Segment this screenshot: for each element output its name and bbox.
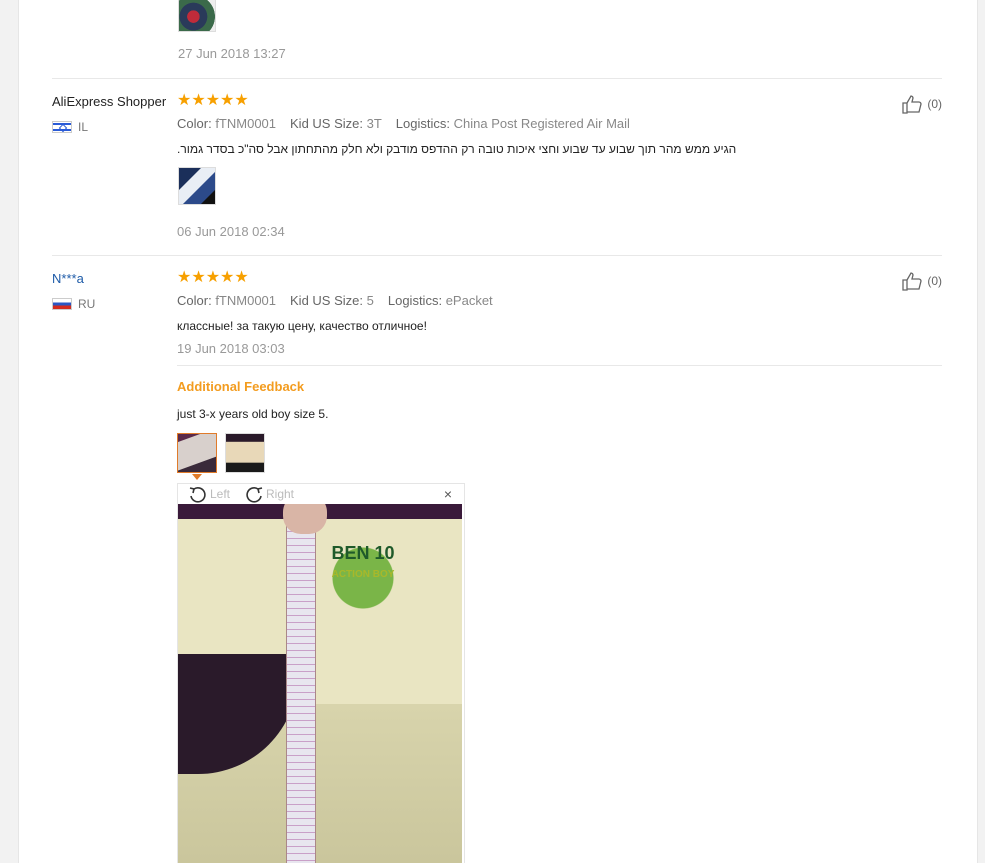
helpful-count: (0) (927, 274, 942, 288)
color-value: fTNM0001 (215, 293, 277, 308)
logistics-label: Logistics: (387, 293, 443, 308)
review-photo-thumbnail[interactable] (225, 433, 265, 473)
review-photo-thumbnail[interactable] (178, 0, 216, 32)
reviewer-country: RU (52, 297, 95, 311)
color-value: fTNM0001 (215, 116, 277, 131)
selected-thumbnail-pointer (192, 474, 202, 480)
review-divider (52, 78, 942, 79)
additional-feedback-text: just 3-x years old boy size 5. (177, 407, 329, 421)
country-code: RU (78, 297, 96, 311)
reviews-panel: 27 Jun 2018 13:27 AliExpress Shopper IL … (18, 0, 978, 863)
reviewer-country: IL (52, 120, 88, 134)
thumbs-up-icon (902, 272, 922, 291)
rotate-right-button[interactable]: Right (244, 485, 294, 503)
size-value: 5 (366, 293, 374, 308)
review-divider (52, 255, 942, 256)
reviewer-name: AliExpress Shopper (52, 94, 167, 109)
review-date: 19 Jun 2018 03:03 (177, 341, 285, 356)
logistics-label: Logistics: (395, 116, 450, 131)
review-photo-thumbnail-selected[interactable] (177, 433, 217, 473)
review-text: классные! за такую цену, качество отличн… (177, 319, 427, 333)
rotate-left-label: Left (210, 487, 231, 501)
review-photo-thumbnail[interactable] (178, 167, 216, 205)
rotate-left-icon (189, 487, 206, 503)
photo-print-title: BEN 10 (331, 543, 395, 563)
viewer-toolbar: Left Right × (178, 484, 464, 504)
photo-print-subtitle: ACTION BOY (331, 569, 395, 580)
logistics-value: ePacket (445, 293, 493, 308)
color-label: Color: (177, 293, 212, 308)
close-viewer-button[interactable]: × (444, 486, 452, 502)
review-photo-large: BEN 10 ACTION BOY (178, 504, 462, 863)
helpful-count: (0) (927, 97, 942, 111)
rotate-right-label: Right (266, 487, 295, 501)
russia-flag-icon (52, 298, 72, 310)
order-info: Color: fTNM0001 Kid US Size: 3T Logistic… (177, 116, 630, 131)
review-date: 06 Jun 2018 02:34 (177, 224, 285, 239)
rotate-left-button[interactable]: Left (188, 485, 230, 503)
country-code: IL (78, 120, 89, 134)
additional-feedback-title: Additional Feedback (177, 379, 305, 394)
size-label: Kid US Size: (290, 116, 363, 131)
review-item: N***a RU ★★★★★ Color: fTNM0001 Kid US Si… (52, 267, 942, 863)
israel-flag-icon (52, 121, 72, 133)
photo-hand (283, 504, 327, 534)
star-rating: ★★★★★ (177, 92, 249, 109)
additional-divider (177, 365, 942, 366)
color-label: Color: (177, 116, 212, 131)
thumbs-up-icon (902, 95, 922, 114)
review-text: הגיע ממש מהר תוך שבוע עד שבוע וחצי איכות… (177, 142, 737, 156)
photo-print: BEN 10 ACTION BOY (308, 524, 418, 644)
reviewer-name[interactable]: N***a (52, 271, 84, 286)
helpful-button[interactable]: (0) (901, 94, 942, 114)
photo-measuring-tape (286, 504, 316, 863)
logistics-value: China Post Registered Air Mail (453, 116, 630, 131)
star-rating: ★★★★★ (177, 269, 249, 286)
review-item: AliExpress Shopper IL ★★★★★ Color: fTNM0… (52, 90, 942, 250)
helpful-button[interactable]: (0) (901, 271, 942, 291)
photo-viewer: Left Right × BEN 10 ACTION BOY (177, 483, 465, 863)
size-label: Kid US Size: (290, 293, 363, 308)
size-value: 3T (366, 116, 382, 131)
order-info: Color: fTNM0001 Kid US Size: 5 Logistics… (177, 293, 493, 308)
review-date: 27 Jun 2018 13:27 (178, 46, 286, 61)
rotate-right-icon (246, 487, 263, 503)
